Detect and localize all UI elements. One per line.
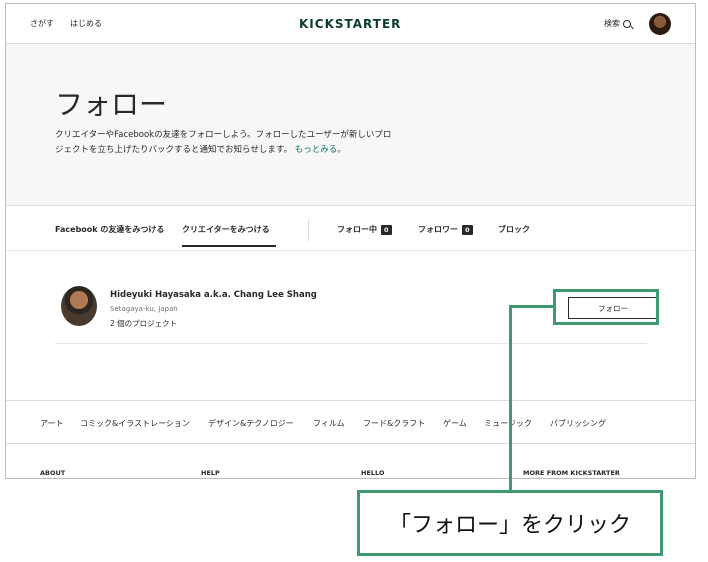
footer-hello[interactable]: HELLO [361,469,384,477]
tab-following[interactable]: フォロー中 0 [337,224,392,235]
kickstarter-logo[interactable]: KICKSTARTER [299,17,401,31]
active-tab-underline [182,245,276,247]
category-film[interactable]: フィルム [313,418,345,429]
following-count-badge: 0 [381,225,392,235]
followers-count-badge: 0 [462,225,473,235]
tab-find-creators[interactable]: クリエイターをみつける [182,224,270,235]
footer-about[interactable]: ABOUT [40,469,65,477]
category-publishing[interactable]: パブリッシング [550,418,606,429]
tab-followers[interactable]: フォロワー 0 [418,224,473,235]
nav-discover-link[interactable]: さがす [30,18,54,29]
category-games[interactable]: ゲーム [443,418,467,429]
tab-following-label: フォロー中 [337,225,377,234]
callout-connector-horizontal [509,305,554,308]
search-link[interactable]: 検索 [604,18,631,29]
user-avatar[interactable] [649,13,671,35]
tab-divider [308,219,309,241]
footer-help[interactable]: HELP [201,469,220,477]
creator-project-count[interactable]: 2 個のプロジェクト [110,318,177,329]
category-music[interactable]: ミュージック [484,418,532,429]
callout-highlight-frame [553,289,659,325]
page-description: クリエイターやFacebookの友達をフォローしよう。フォローしたユーザーが新し… [55,128,395,158]
tab-blocked[interactable]: ブロック [498,224,530,235]
category-design-tech[interactable]: デザイン&テクノロジー [208,418,294,429]
category-food-craft[interactable]: フード&クラフト [363,418,425,429]
follow-tabs: Facebook の友達をみつける クリエイターをみつける フォロー中 0 フォロ… [6,207,695,251]
search-label: 検索 [604,19,620,28]
category-art[interactable]: アート [40,418,64,429]
hero-section: フォロー クリエイターやFacebookの友達をフォローしよう。フォローしたユー… [6,44,695,206]
top-nav: さがす はじめる KICKSTARTER 検索 [6,4,695,44]
more-link[interactable]: もっとみる。 [295,145,346,155]
nav-start-link[interactable]: はじめる [70,18,102,29]
search-icon [623,19,631,28]
page-title: フォロー [55,88,168,121]
creator-location: Setagaya-ku, Japan [110,305,178,313]
category-bar: アート コミック&イラストレーション デザイン&テクノロジー フィルム フード&… [6,400,695,444]
callout-caption: 「フォロー」をクリック [357,490,663,556]
tab-facebook-friends[interactable]: Facebook の友達をみつける [55,224,164,235]
creator-name[interactable]: Hideyuki Hayasaka a.k.a. Chang Lee Shang [110,290,317,300]
footer-more[interactable]: MORE FROM KICKSTARTER [523,469,620,477]
tab-followers-label: フォロワー [418,225,458,234]
callout-connector-vertical [509,305,512,491]
category-comics[interactable]: コミック&イラストレーション [80,418,190,429]
creator-avatar[interactable] [61,286,97,326]
browser-frame: さがす はじめる KICKSTARTER 検索 フォロー クリエイターやFace… [5,3,696,479]
